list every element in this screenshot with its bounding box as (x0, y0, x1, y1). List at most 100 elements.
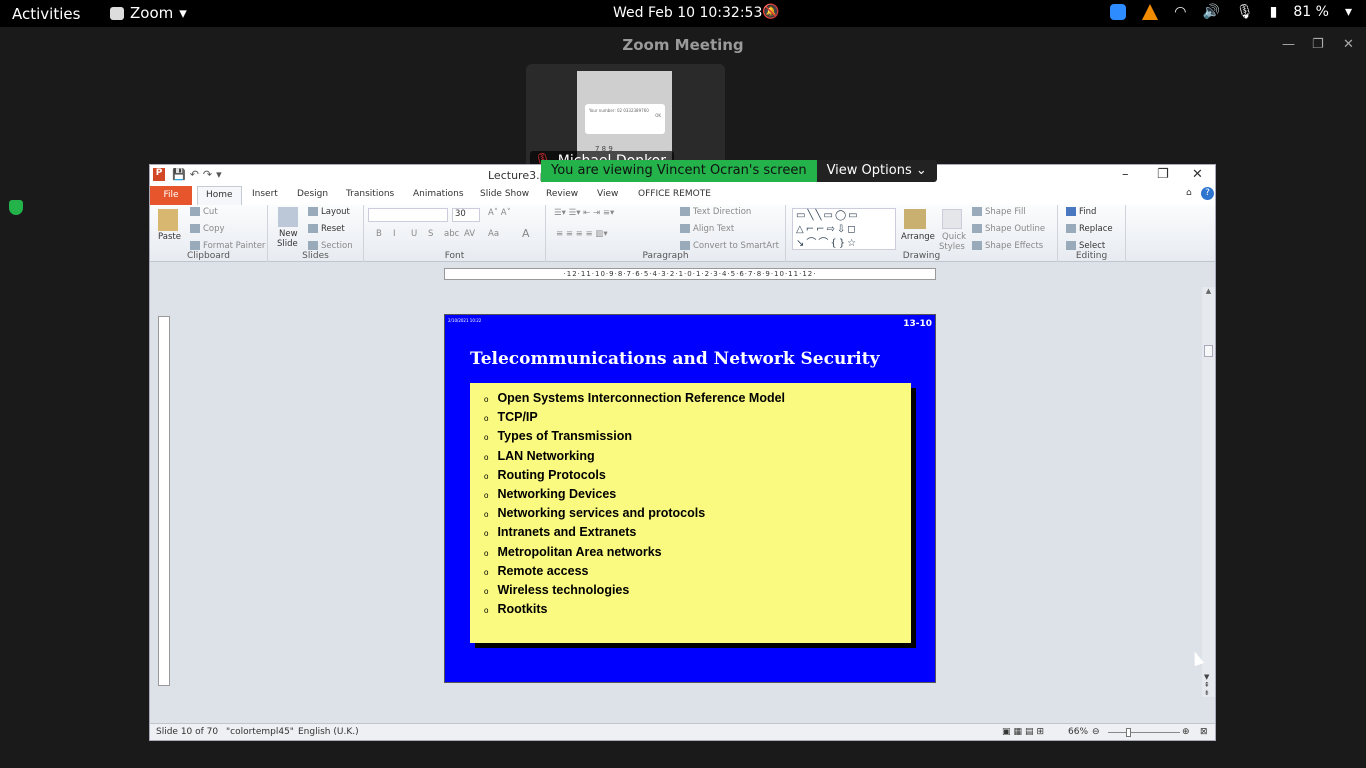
copy-button[interactable]: Copy (190, 224, 225, 234)
zoom-level[interactable]: 66% (1068, 727, 1088, 737)
battery-percent: 81 % (1293, 4, 1329, 20)
grow-font-icon[interactable]: A˄ A˅ (488, 208, 511, 218)
bullet-item: LAN Networking (484, 449, 911, 468)
close-icon[interactable]: ✕ (1343, 27, 1354, 63)
security-shield-icon[interactable] (9, 200, 23, 215)
restore-icon[interactable]: ❐ (1312, 27, 1324, 63)
strikethrough-button[interactable]: abc (444, 229, 459, 239)
slide-title[interactable]: Telecommunications and Network Security (470, 349, 879, 369)
tab-office-remote[interactable]: OFFICE REMOTE (638, 189, 711, 199)
font-size-field[interactable]: 30 (452, 208, 480, 222)
quick-styles-button[interactable]: Quick (942, 232, 966, 242)
phone-dialog: Your number: 02 0332389760 OK (585, 104, 665, 134)
shape-fill-label: Shape Fill (985, 207, 1026, 217)
shapes-gallery[interactable]: ▭╲╲▭◯▭ △⌐⌐⇨⇩◻ ↘⌒⌒{}☆ (792, 208, 896, 250)
tab-insert[interactable]: Insert (252, 189, 278, 199)
zoom-slider-thumb[interactable] (1126, 728, 1131, 737)
zoom-slider[interactable] (1108, 732, 1180, 733)
fill-icon (972, 207, 982, 216)
shadow-button[interactable]: S (428, 229, 433, 239)
text-direction-button[interactable]: Text Direction (680, 207, 751, 217)
shape-outline-button[interactable]: Shape Outline (972, 224, 1045, 234)
drawing-group-label: Drawing (902, 251, 941, 261)
quick-access-toolbar[interactable]: 💾↶↷▾ (172, 168, 226, 181)
tab-animations[interactable]: Animations (413, 189, 464, 199)
minimize-icon[interactable]: — (1282, 27, 1295, 63)
new-slide-button[interactable]: New (279, 229, 298, 239)
view-options-button[interactable]: View Options ⌄ (816, 160, 937, 182)
change-case-button[interactable]: Aa (488, 229, 499, 239)
tab-design[interactable]: Design (297, 189, 328, 199)
replace-button[interactable]: Replace (1066, 224, 1113, 234)
font-color-button[interactable]: A (522, 227, 530, 240)
prev-next-slide-icon[interactable]: ▼ ⇞ ⇟ (1204, 673, 1210, 697)
tab-slide-show[interactable]: Slide Show (480, 189, 529, 199)
language-indicator[interactable]: English (U.K.) (298, 727, 359, 737)
align-text-icon (680, 224, 690, 233)
tab-view[interactable]: View (597, 189, 618, 199)
restore-icon[interactable]: ❐ (1157, 167, 1169, 182)
tab-file[interactable]: File (150, 186, 192, 205)
find-button[interactable]: Find (1066, 207, 1096, 217)
clipboard-group: Paste Cut Copy Format Painter Clipboard (150, 205, 268, 262)
paste-icon (158, 209, 178, 231)
tab-review[interactable]: Review (546, 189, 578, 199)
italic-button[interactable]: I (393, 229, 396, 239)
reset-label: Reset (321, 224, 345, 234)
scroll-up-icon[interactable]: ▲ (1202, 287, 1215, 295)
reset-icon (308, 224, 318, 233)
paragraph-group-label: Paragraph (642, 251, 689, 261)
new-slide-button-2[interactable]: Slide (277, 239, 298, 249)
ribbon-tabs: File Home Insert Design Transitions Anim… (150, 186, 1215, 205)
scroll-thumb[interactable] (1204, 345, 1213, 357)
text-direction-icon (680, 207, 690, 216)
minimize-ribbon-icon[interactable]: ⌂ (1186, 188, 1192, 198)
bold-button[interactable]: B (376, 229, 382, 239)
powerpoint-logo-icon[interactable]: P (153, 168, 165, 181)
view-buttons-icon[interactable]: ▣▦▤⊞ (1002, 727, 1047, 737)
bullets-icon[interactable]: ☰▾ ☰▾ ⇤ ⇥ ≡▾ (554, 208, 614, 218)
shape-effects-button[interactable]: Shape Effects (972, 241, 1043, 251)
reset-button[interactable]: Reset (308, 224, 345, 234)
layout-button[interactable]: Layout (308, 207, 350, 217)
editing-group-label: Editing (1075, 251, 1108, 261)
tab-home[interactable]: Home (197, 186, 242, 205)
underline-button[interactable]: U (411, 229, 417, 239)
effects-icon (972, 241, 982, 250)
zoom-in-icon[interactable]: ⊕ (1182, 727, 1190, 737)
chevron-down-icon: ▾ (1344, 4, 1352, 20)
slide-canvas[interactable]: 2/10/2021 10:22 13-10 Telecommunications… (444, 314, 936, 683)
select-button[interactable]: Select (1066, 241, 1105, 251)
slide-number: 13-10 (903, 319, 932, 329)
bullet-item: Remote access (484, 564, 911, 583)
app-menu[interactable]: Zoom ▾ (110, 4, 187, 22)
align-icons[interactable]: ≡ ≡ ≡ ≡ ▥▾ (556, 229, 608, 239)
fit-slide-icon[interactable]: ⊠ (1200, 727, 1208, 737)
convert-smartart-button[interactable]: Convert to SmartArt (680, 241, 779, 251)
slides-group-label: Slides (302, 251, 329, 261)
participant-video-tile[interactable]: Your number: 02 0332389760 OK 7 8 9 🎙 Mi… (526, 64, 725, 174)
align-text-button[interactable]: Align Text (680, 224, 734, 234)
section-button[interactable]: Section (308, 241, 353, 251)
slide-bullet-box[interactable]: Open Systems Interconnection Reference M… (470, 383, 911, 643)
char-spacing-button[interactable]: AV (464, 229, 475, 239)
minimize-icon[interactable]: – (1122, 167, 1129, 182)
cut-button[interactable]: Cut (190, 207, 218, 217)
arrange-button[interactable]: Arrange (901, 232, 935, 242)
system-tray[interactable]: ◠ 🔊 🎙 ▮ 81 % ▾ (1110, 4, 1352, 20)
zoom-tray-icon[interactable] (1110, 4, 1127, 20)
activities-button[interactable]: Activities (12, 5, 80, 23)
vlc-tray-icon[interactable] (1142, 4, 1159, 20)
vertical-scrollbar[interactable]: ▲ ▼ ⇞ ⇟ (1202, 287, 1215, 697)
clock[interactable]: Wed Feb 10 10:32:53 (613, 5, 762, 21)
wifi-icon: ◠ (1174, 4, 1187, 20)
close-icon[interactable]: ✕ (1192, 167, 1203, 182)
font-name-field[interactable] (368, 208, 448, 222)
help-icon[interactable]: ? (1201, 187, 1214, 200)
paste-button[interactable]: Paste (158, 232, 181, 242)
zoom-out-icon[interactable]: ⊖ (1092, 727, 1100, 737)
tab-transitions[interactable]: Transitions (346, 189, 394, 199)
shape-fill-button[interactable]: Shape Fill (972, 207, 1026, 217)
slide-editing-area[interactable]: ·12·11·10·9·8·7·6·5·4·3·2·1·0·1·2·3·4·5·… (150, 262, 1215, 720)
format-painter-button[interactable]: Format Painter (190, 241, 265, 251)
